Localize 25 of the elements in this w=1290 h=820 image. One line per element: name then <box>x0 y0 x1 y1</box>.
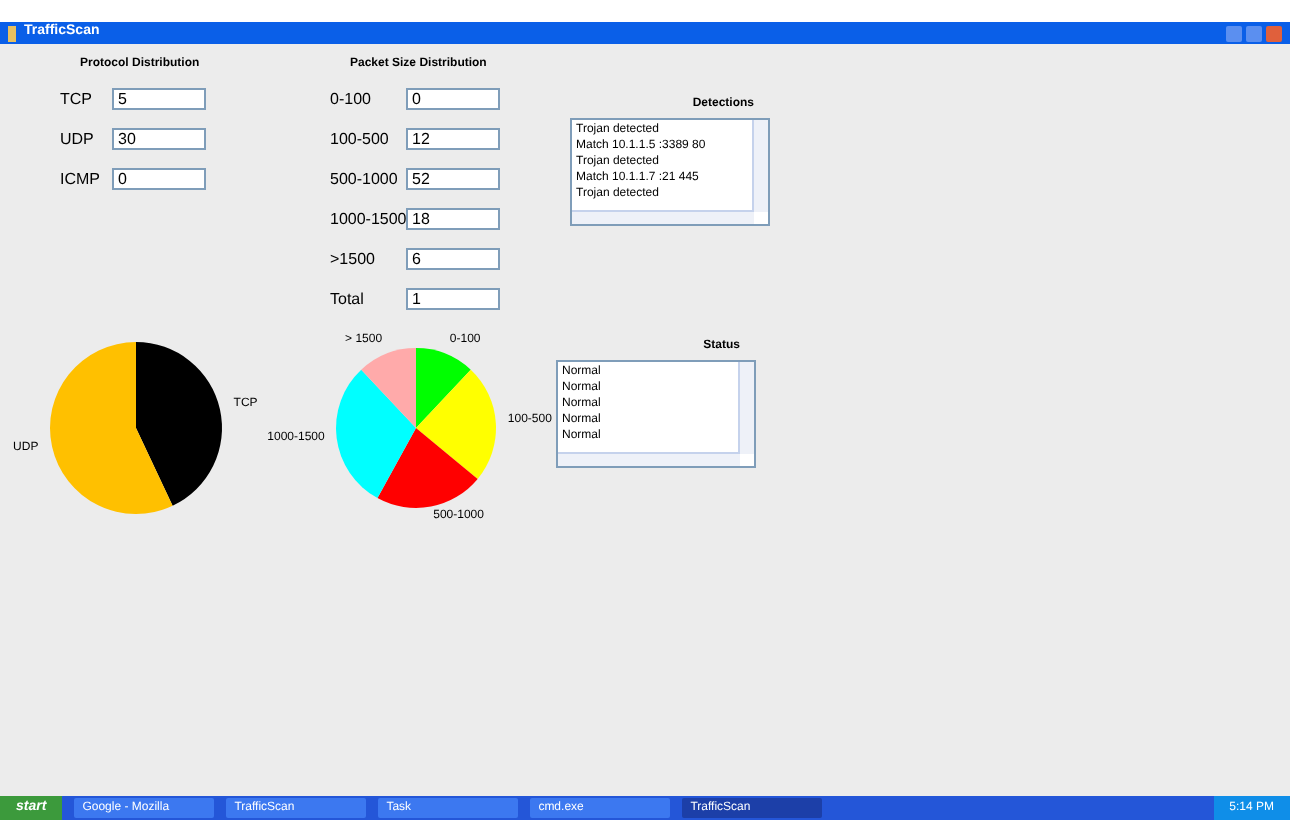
horizontal-scrollbar[interactable] <box>572 210 754 224</box>
horizontal-scrollbar[interactable] <box>558 452 740 466</box>
value-field[interactable]: 0 <box>112 168 206 190</box>
value-field[interactable]: 30 <box>112 128 206 150</box>
field-label: 0-100 <box>330 87 373 111</box>
minimize-button[interactable] <box>1226 25 1242 41</box>
field-label: 100-500 <box>330 127 391 151</box>
vertical-scrollbar[interactable] <box>752 120 768 212</box>
value-field[interactable]: 5 <box>112 88 206 110</box>
maximize-button[interactable] <box>1246 25 1262 41</box>
field-label: 500-1000 <box>330 167 398 191</box>
field-label: ICMP <box>60 167 102 191</box>
value-field[interactable]: 12 <box>406 128 500 150</box>
value-field[interactable]: 0 <box>406 88 500 110</box>
close-button[interactable] <box>1266 25 1282 41</box>
field-label: Total <box>330 287 366 311</box>
value-field[interactable]: 18 <box>406 208 500 230</box>
value-field[interactable]: 52 <box>406 168 500 190</box>
vertical-scrollbar[interactable] <box>738 362 754 454</box>
value-field[interactable]: 6 <box>406 248 500 270</box>
field-label: UDP <box>60 127 96 151</box>
value-field[interactable]: 1 <box>406 288 500 310</box>
field-label: >1500 <box>330 247 377 271</box>
field-label: TCP <box>60 87 94 111</box>
app-icon <box>8 25 16 41</box>
